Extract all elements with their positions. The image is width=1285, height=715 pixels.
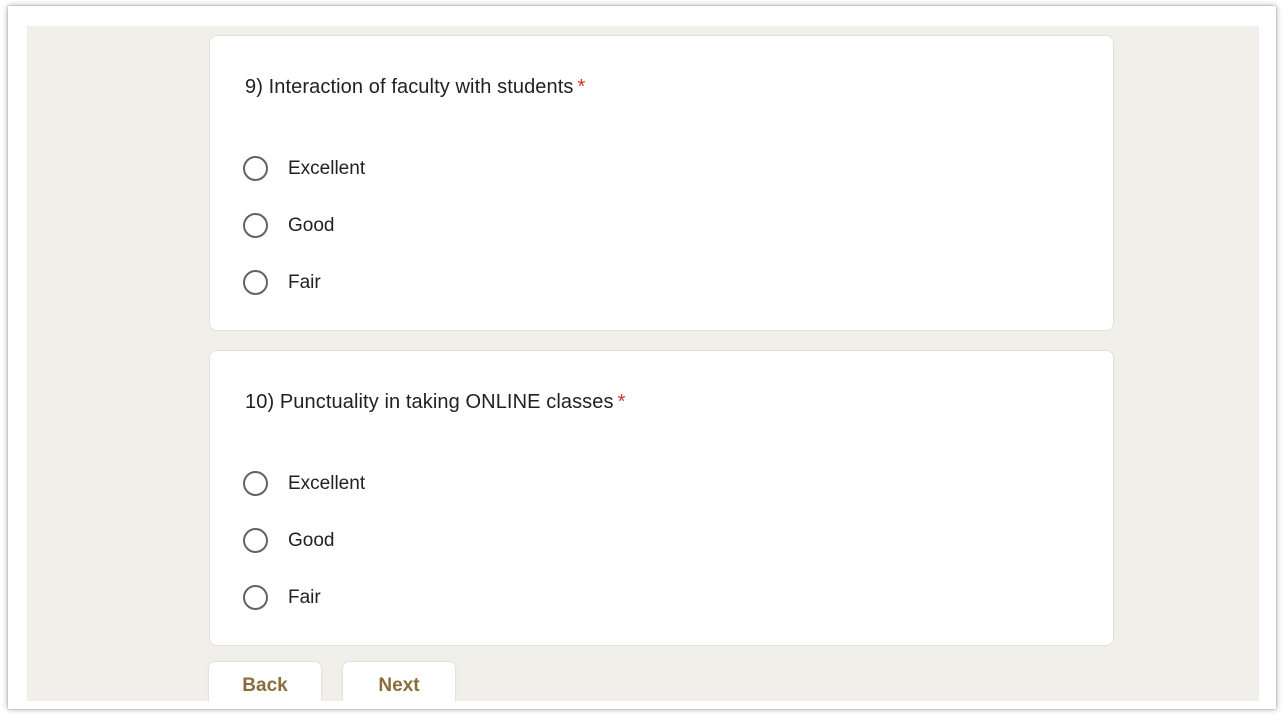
- radio-button[interactable]: [243, 471, 268, 496]
- question-card-10: 10) Punctuality in taking ONLINE classes…: [209, 350, 1114, 646]
- question-title: 10) Punctuality in taking ONLINE classes…: [245, 391, 626, 414]
- radio-group: Excellent Good Fair: [243, 455, 365, 626]
- radio-option-excellent[interactable]: Excellent: [243, 455, 365, 512]
- question-card-9: 9) Interaction of faculty with students *…: [209, 35, 1114, 331]
- option-label: Fair: [288, 271, 321, 293]
- radio-option-fair[interactable]: Fair: [243, 569, 365, 626]
- question-text: 10) Punctuality in taking ONLINE classes: [245, 391, 614, 413]
- radio-group: Excellent Good Fair: [243, 140, 365, 311]
- required-asterisk: *: [577, 76, 586, 98]
- radio-button[interactable]: [243, 213, 268, 238]
- option-label: Excellent: [288, 472, 366, 494]
- option-label: Fair: [288, 586, 321, 608]
- question-title: 9) Interaction of faculty with students *: [245, 76, 585, 99]
- radio-button[interactable]: [243, 585, 268, 610]
- radio-button[interactable]: [243, 528, 268, 553]
- screenshot-frame: 9) Interaction of faculty with students *…: [8, 6, 1276, 709]
- radio-button[interactable]: [243, 156, 268, 181]
- question-text: 9) Interaction of faculty with students: [245, 76, 574, 98]
- radio-button[interactable]: [243, 270, 268, 295]
- next-button[interactable]: Next: [343, 662, 455, 701]
- form-page: 9) Interaction of faculty with students *…: [27, 26, 1259, 701]
- back-button[interactable]: Back: [209, 662, 321, 701]
- radio-option-excellent[interactable]: Excellent: [243, 140, 365, 197]
- radio-option-good[interactable]: Good: [243, 197, 365, 254]
- required-asterisk: *: [617, 391, 626, 413]
- option-label: Good: [288, 529, 335, 551]
- radio-option-fair[interactable]: Fair: [243, 254, 365, 311]
- radio-option-good[interactable]: Good: [243, 512, 365, 569]
- option-label: Excellent: [288, 157, 366, 179]
- option-label: Good: [288, 214, 335, 236]
